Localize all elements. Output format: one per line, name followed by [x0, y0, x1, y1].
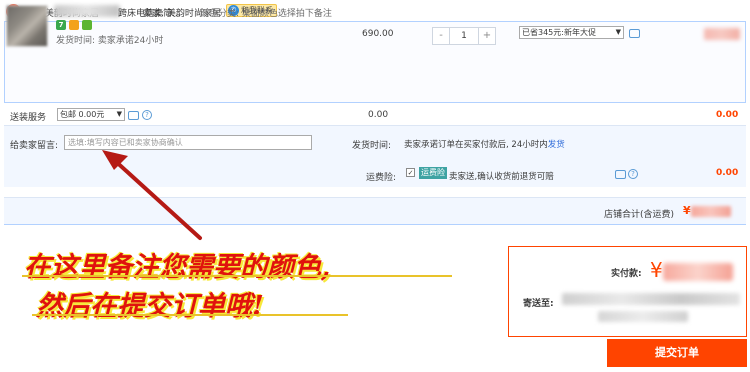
- shipping-insurance-checkbox[interactable]: ✓: [406, 168, 415, 177]
- comment-icon[interactable]: [629, 29, 640, 38]
- seven-day-return-icon: 7: [56, 20, 66, 30]
- ship-to-label: 寄送至:: [523, 299, 554, 309]
- shipping-link[interactable]: 发货: [548, 140, 565, 150]
- help-icon[interactable]: ?: [628, 169, 638, 179]
- promotion-select[interactable]: 已省345元:新年大促 ▼: [519, 26, 624, 39]
- product-title[interactable]: 跨床电脑桌简...: [118, 6, 181, 19]
- comment-icon[interactable]: [615, 170, 626, 179]
- product-color-category: 颜色分类: 桌面颜色选择拍下备注: [200, 9, 332, 19]
- help-icon[interactable]: ?: [142, 110, 152, 120]
- annotation-underline: [32, 314, 348, 316]
- store-total-amount: ¥: [683, 204, 731, 217]
- promotion-select-value: 已省345元:新年大促: [522, 28, 596, 37]
- store-total-redacted: [690, 205, 731, 217]
- comment-icon[interactable]: [128, 111, 139, 120]
- annotation-text-line2: 然后在提交订单哦!: [36, 291, 264, 322]
- product-thumbnail[interactable]: [6, 5, 48, 47]
- seller-message-input[interactable]: [64, 135, 312, 150]
- actual-payment-label: 实付款:: [611, 269, 642, 279]
- shipping-insurance-text: 卖家送,确认收货前退货可赔: [449, 172, 554, 182]
- shipping-time-promise: 卖家承诺订单在买家付款后, 24小时内: [404, 140, 548, 150]
- delivery-service-value: 包邮 0.00元: [60, 110, 105, 119]
- unit-price: 690.00: [362, 29, 394, 39]
- shipping-insurance-amount: 0.00: [716, 168, 739, 178]
- annotation-underline: [22, 275, 452, 277]
- submit-order-button[interactable]: 提交订单: [607, 339, 747, 367]
- credit-card-icon: [69, 20, 79, 30]
- quantity-stepper: - 1 +: [432, 27, 496, 45]
- item-ship-time: 发货时间: 卖家承诺24小时: [56, 36, 164, 46]
- actual-payment-amount: ¥: [650, 258, 733, 282]
- service-badges: 7: [56, 20, 92, 30]
- delivery-service-price: 0.00: [368, 110, 389, 120]
- shipping-time-label: 发货时间:: [352, 141, 392, 151]
- annotation-text-line1: 在这里备注您需要的颜色,: [24, 252, 331, 283]
- ship-to-address-redacted: [562, 293, 740, 305]
- shipping-insurance-badge: 运费险: [419, 167, 447, 179]
- quantity-minus-button[interactable]: -: [433, 28, 449, 44]
- dropdown-caret-icon: ▼: [615, 28, 621, 36]
- store-total-label: 店铺合计(含运费): [604, 210, 675, 220]
- store-total-currency: ¥: [683, 204, 691, 217]
- delivery-service-amount: 0.00: [716, 110, 739, 120]
- product-title-redacted: [54, 5, 120, 17]
- seller-message-label: 给卖家留言:: [10, 141, 59, 151]
- quantity-plus-button[interactable]: +: [479, 28, 495, 44]
- payment-currency: ¥: [650, 258, 663, 282]
- eco-leaf-icon: [82, 20, 92, 30]
- item-total-redacted: [704, 28, 740, 40]
- dropdown-caret-icon: ▼: [116, 110, 122, 118]
- delivery-service-label: 送装服务: [10, 113, 47, 123]
- ship-to-recipient-redacted: [598, 311, 688, 322]
- shipping-insurance-label: 运费险:: [366, 173, 397, 183]
- delivery-service-select[interactable]: 包邮 0.00元 ▼: [57, 108, 125, 121]
- quantity-input[interactable]: 1: [449, 28, 479, 44]
- payment-amount-redacted: [662, 262, 733, 281]
- shipping-time-text: 卖家承诺订单在买家付款后, 24小时内发货: [404, 138, 565, 150]
